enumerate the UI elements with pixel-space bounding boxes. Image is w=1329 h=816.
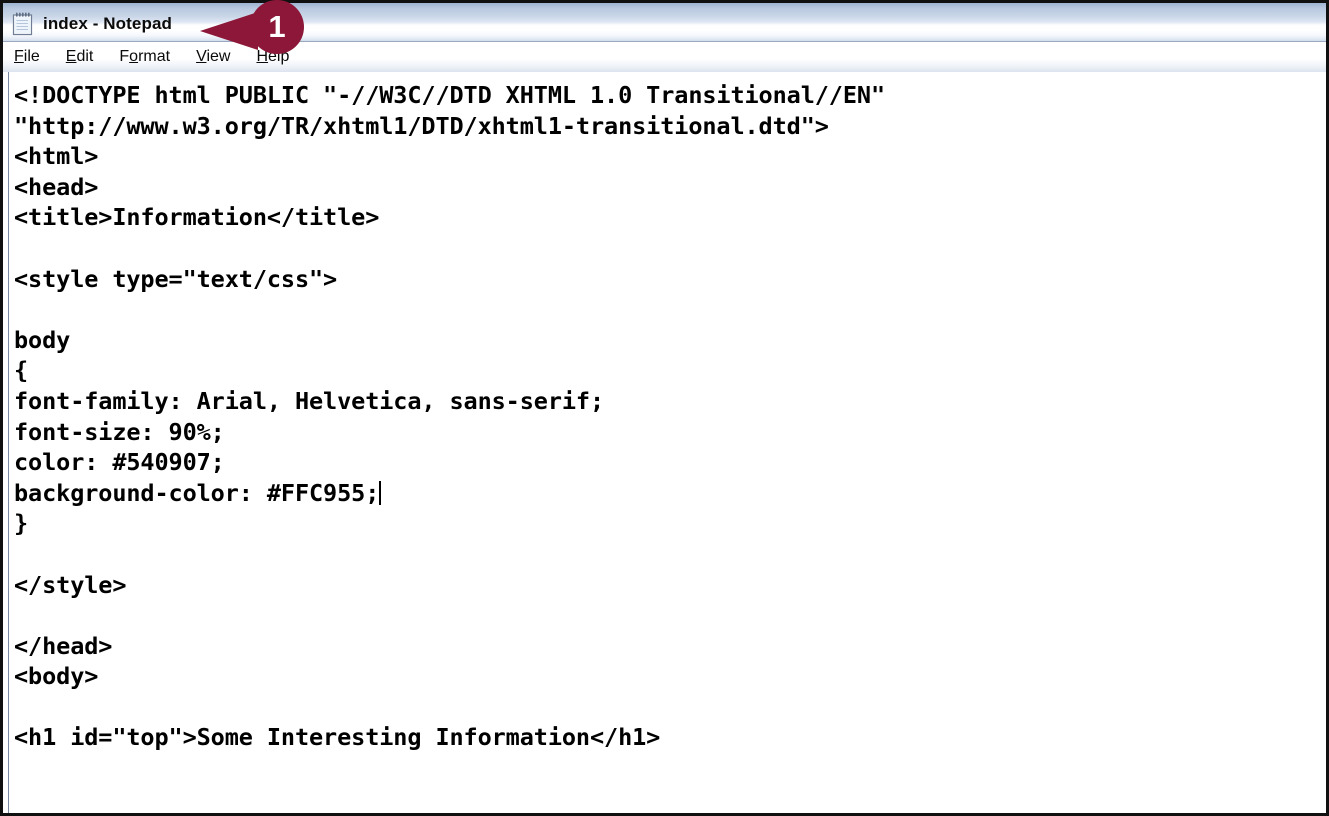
editor-line: font-family: Arial, Helvetica, sans-seri… <box>14 386 605 415</box>
editor-line: background-color: #FFC955; <box>14 478 382 507</box>
menu-format[interactable]: Format <box>119 49 170 65</box>
notepad-icon <box>12 12 34 36</box>
editor-line: <head> <box>14 172 99 201</box>
editor-line: body <box>14 325 71 354</box>
editor-line: <style type="text/css"> <box>14 264 338 293</box>
notepad-window: index - Notepad File Edit Format View He… <box>0 0 1329 816</box>
editor-line: } <box>14 509 29 538</box>
editor-area[interactable]: <!DOCTYPE html PUBLIC "-//W3C//DTD XHTML… <box>0 72 1329 816</box>
editor-line: <h1 id="top">Some Interesting Informatio… <box>14 723 661 752</box>
editor-line: <!DOCTYPE html PUBLIC "-//W3C//DTD XHTML… <box>14 81 885 109</box>
text-caret <box>379 480 382 505</box>
editor-line: { <box>14 356 29 385</box>
editor-line: </head> <box>14 631 113 660</box>
menu-edit[interactable]: Edit <box>66 49 94 65</box>
editor-line: font-size: 90%; <box>14 417 225 446</box>
window-title: index - Notepad <box>43 14 173 33</box>
menu-file[interactable]: File <box>14 49 40 65</box>
menu-help[interactable]: Help <box>256 49 289 65</box>
editor-line: <html> <box>14 142 99 171</box>
editor-line: color: #540907; <box>14 448 225 477</box>
editor-line: "http://www.w3.org/TR/xhtml1/DTD/xhtml1-… <box>14 111 829 140</box>
editor-line: <body> <box>14 662 99 691</box>
menu-bar: File Edit Format View Help <box>0 42 1329 72</box>
menu-view[interactable]: View <box>196 49 230 65</box>
window-titlebar[interactable]: index - Notepad <box>0 0 1329 42</box>
editor-line: </style> <box>14 570 127 599</box>
editor-canvas[interactable]: <!DOCTYPE html PUBLIC "-//W3C//DTD XHTML… <box>8 72 1324 813</box>
editor-line: <title>Information</title> <box>14 203 380 232</box>
editor-text[interactable]: <!DOCTYPE html PUBLIC "-//W3C//DTD XHTML… <box>12 72 1324 753</box>
